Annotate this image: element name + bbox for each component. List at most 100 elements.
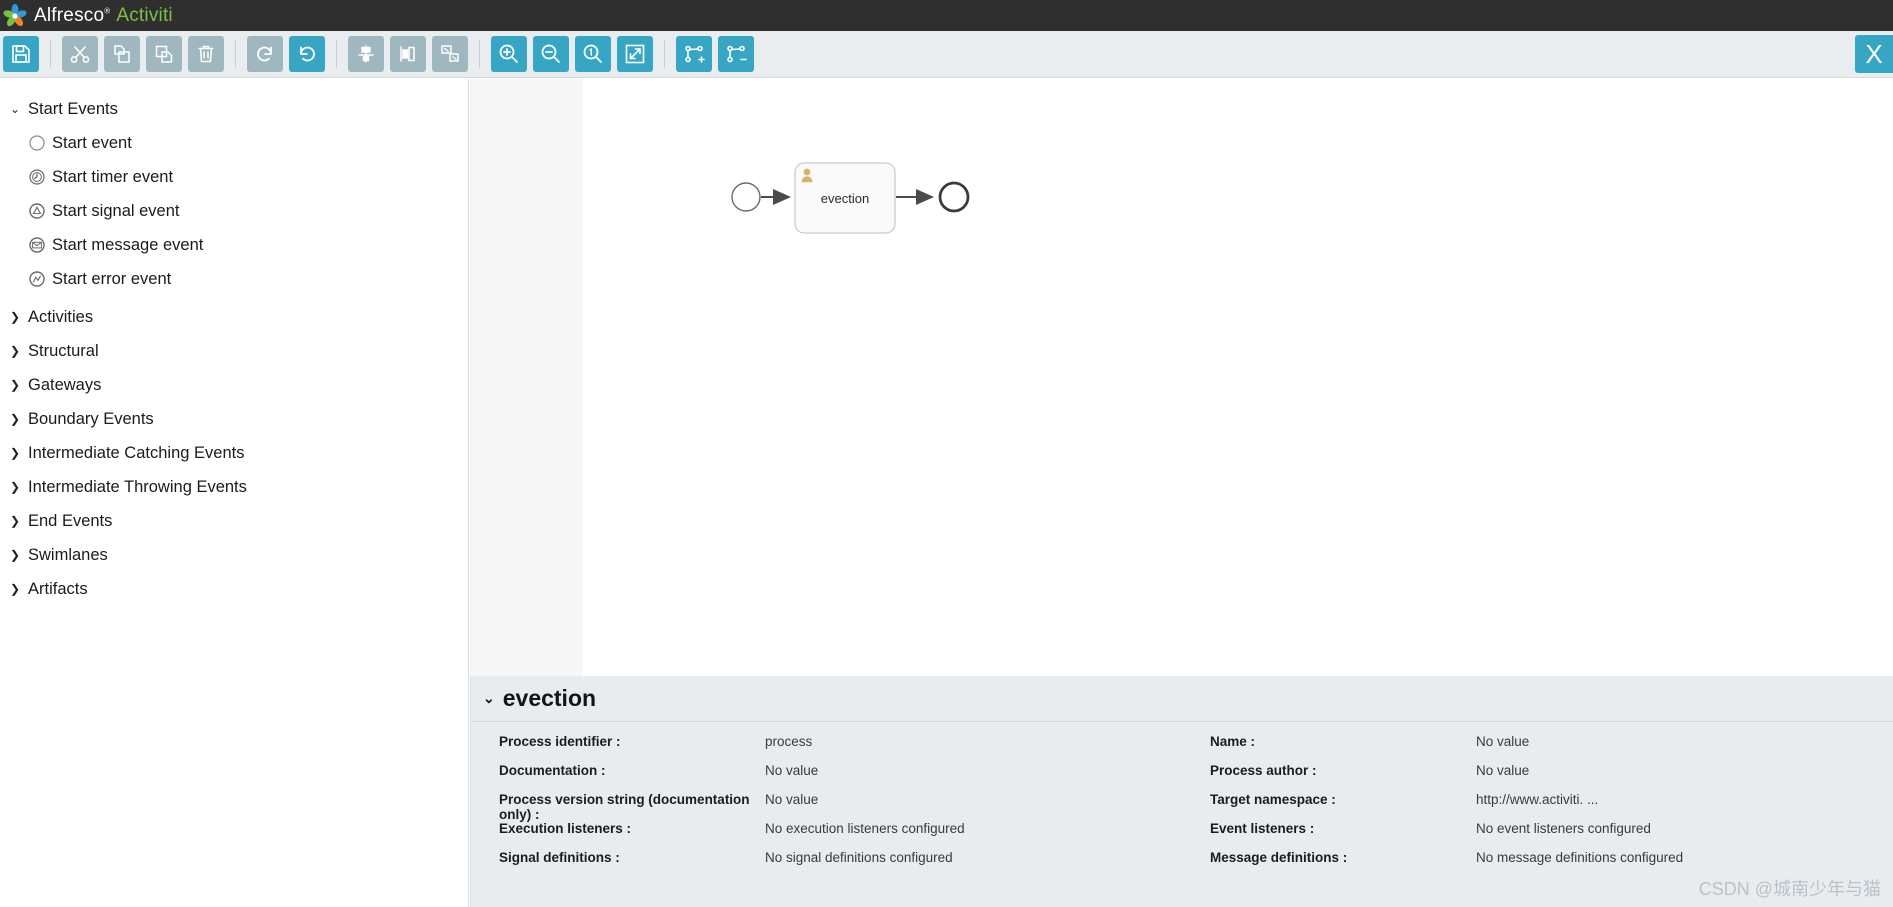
- palette-group-start-events[interactable]: ⌄ Start Events: [0, 92, 468, 126]
- start-message-event-icon: [28, 236, 52, 254]
- property-row-message-definitions[interactable]: Message definitions : No message definit…: [1182, 850, 1893, 879]
- chevron-right-icon: ❯: [10, 446, 21, 460]
- toolbar-separator-5: [664, 40, 665, 68]
- property-value[interactable]: No value: [1476, 763, 1529, 778]
- resize-same-size-icon: [439, 43, 461, 65]
- palette-item-label: Start timer event: [52, 167, 174, 186]
- palette-group-label: Artifacts: [28, 579, 88, 598]
- palette-item-start-error-event[interactable]: Start error event: [0, 262, 468, 296]
- save-button[interactable]: [3, 36, 39, 72]
- zoom-out-button[interactable]: [533, 36, 569, 72]
- property-row-process-version-string[interactable]: Process version string (documentation on…: [471, 792, 1182, 822]
- align-horizontal-button[interactable]: [390, 36, 426, 72]
- palette-group-artifacts[interactable]: ❯ Artifacts: [0, 572, 468, 606]
- property-value[interactable]: No value: [765, 763, 818, 778]
- palette-group-swimlanes[interactable]: ❯ Swimlanes: [0, 538, 468, 572]
- shape-palette: ⌄ Start Events Start event Start timer e…: [0, 79, 469, 907]
- property-value[interactable]: No message definitions configured: [1476, 850, 1683, 865]
- palette-group-label: Structural: [28, 341, 99, 360]
- property-label: Target namespace :: [1210, 792, 1336, 807]
- magnifier-plus-icon: [497, 42, 521, 66]
- chevron-right-icon: ❯: [10, 548, 21, 562]
- palette-group-gateways[interactable]: ❯ Gateways: [0, 368, 468, 402]
- diagram-canvas-sheet[interactable]: evection: [583, 79, 1893, 676]
- chevron-down-icon: ⌄: [483, 690, 495, 706]
- property-row-process-identifier[interactable]: Process identifier : process: [471, 734, 1182, 763]
- toolbar-separator-2: [235, 40, 236, 68]
- property-label: Process version string (documentation on…: [499, 792, 750, 822]
- palette-group-intermediate-throwing-events[interactable]: ❯ Intermediate Throwing Events: [0, 470, 468, 504]
- palette-group-activities[interactable]: ❯ Activities: [0, 300, 468, 334]
- palette-group-label: Gateways: [28, 375, 102, 394]
- property-value[interactable]: No value: [765, 792, 818, 807]
- align-vertical-button[interactable]: [348, 36, 384, 72]
- undo-arrow-icon: [296, 43, 318, 65]
- scissors-icon: [69, 43, 91, 65]
- close-editor-button[interactable]: X: [1855, 35, 1893, 73]
- cut-button[interactable]: [62, 36, 98, 72]
- palette-item-start-message-event[interactable]: Start message event: [0, 228, 468, 262]
- editor-toolbar: X: [0, 31, 1893, 78]
- palette-item-start-signal-event[interactable]: Start signal event: [0, 194, 468, 228]
- zoom-in-button[interactable]: [491, 36, 527, 72]
- palette-group-label: Boundary Events: [28, 409, 154, 428]
- add-bendpoint-button[interactable]: [676, 36, 712, 72]
- property-label: Process identifier :: [499, 734, 621, 749]
- brand-title: Alfresco® Activiti: [34, 5, 173, 27]
- property-row-signal-definitions[interactable]: Signal definitions : No signal definitio…: [471, 850, 1182, 879]
- property-value[interactable]: http://www.activiti. ...: [1476, 792, 1598, 807]
- property-value[interactable]: No signal definitions configured: [765, 850, 953, 865]
- palette-item-start-event[interactable]: Start event: [0, 126, 468, 160]
- property-row-name[interactable]: Name : No value: [1182, 734, 1893, 763]
- remove-bendpoint-button[interactable]: [718, 36, 754, 72]
- chevron-right-icon: ❯: [10, 582, 21, 596]
- bpmn-diagram[interactable]: evection: [583, 79, 1893, 676]
- floppy-disk-icon: [10, 43, 32, 65]
- palette-group-structural[interactable]: ❯ Structural: [0, 334, 468, 368]
- copy-button[interactable]: [104, 36, 140, 72]
- zoom-fit-button[interactable]: [617, 36, 653, 72]
- property-row-event-listeners[interactable]: Event listeners : No event listeners con…: [1182, 821, 1893, 850]
- palette-item-label: Start signal event: [52, 201, 180, 220]
- brand-registered-mark: ®: [104, 6, 111, 16]
- chevron-right-icon: ❯: [10, 412, 21, 426]
- trash-icon: [195, 43, 217, 65]
- property-value[interactable]: No event listeners configured: [1476, 821, 1651, 836]
- palette-group-label: Intermediate Catching Events: [28, 443, 245, 462]
- user-task-shape[interactable]: evection: [794, 162, 896, 234]
- palette-item-start-timer-event[interactable]: Start timer event: [0, 160, 468, 194]
- paste-button[interactable]: [146, 36, 182, 72]
- property-value[interactable]: process: [765, 734, 812, 749]
- property-row-execution-listeners[interactable]: Execution listeners : No execution liste…: [471, 821, 1182, 850]
- diagram-canvas-area[interactable]: evection: [470, 79, 1893, 676]
- zoom-actual-button[interactable]: [575, 36, 611, 72]
- same-size-button[interactable]: [432, 36, 468, 72]
- palette-group-intermediate-catching-events[interactable]: ❯ Intermediate Catching Events: [0, 436, 468, 470]
- property-label: Execution listeners :: [499, 821, 632, 836]
- align-vertical-icon: [355, 43, 377, 65]
- application-header: Alfresco® Activiti: [0, 0, 1893, 31]
- properties-panel-header[interactable]: ⌄ evection: [471, 676, 1893, 722]
- palette-group-label: Intermediate Throwing Events: [28, 477, 247, 496]
- property-row-target-namespace[interactable]: Target namespace : http://www.activiti. …: [1182, 792, 1893, 821]
- property-value[interactable]: No value: [1476, 734, 1529, 749]
- palette-item-label: Start message event: [52, 235, 204, 254]
- properties-panel: ⌄ evection Process identifier : process …: [470, 676, 1893, 907]
- end-event-shape[interactable]: [938, 181, 970, 213]
- toolbar-separator-3: [336, 40, 337, 68]
- palette-group-end-events[interactable]: ❯ End Events: [0, 504, 468, 538]
- property-label: Process author :: [1210, 763, 1317, 778]
- palette-group-label: End Events: [28, 511, 113, 530]
- start-event-shape[interactable]: [731, 182, 761, 212]
- alfresco-pinwheel-logo-icon: [2, 3, 28, 29]
- property-row-documentation[interactable]: Documentation : No value: [471, 763, 1182, 792]
- property-row-process-author[interactable]: Process author : No value: [1182, 763, 1893, 792]
- property-value[interactable]: No execution listeners configured: [765, 821, 965, 836]
- redo-button[interactable]: [247, 36, 283, 72]
- toolbar-separator-4: [479, 40, 480, 68]
- chevron-down-icon: ⌄: [10, 102, 21, 116]
- delete-button[interactable]: [188, 36, 224, 72]
- palette-group-boundary-events[interactable]: ❯ Boundary Events: [0, 402, 468, 436]
- undo-button[interactable]: [289, 36, 325, 72]
- magnifier-minus-icon: [539, 42, 563, 66]
